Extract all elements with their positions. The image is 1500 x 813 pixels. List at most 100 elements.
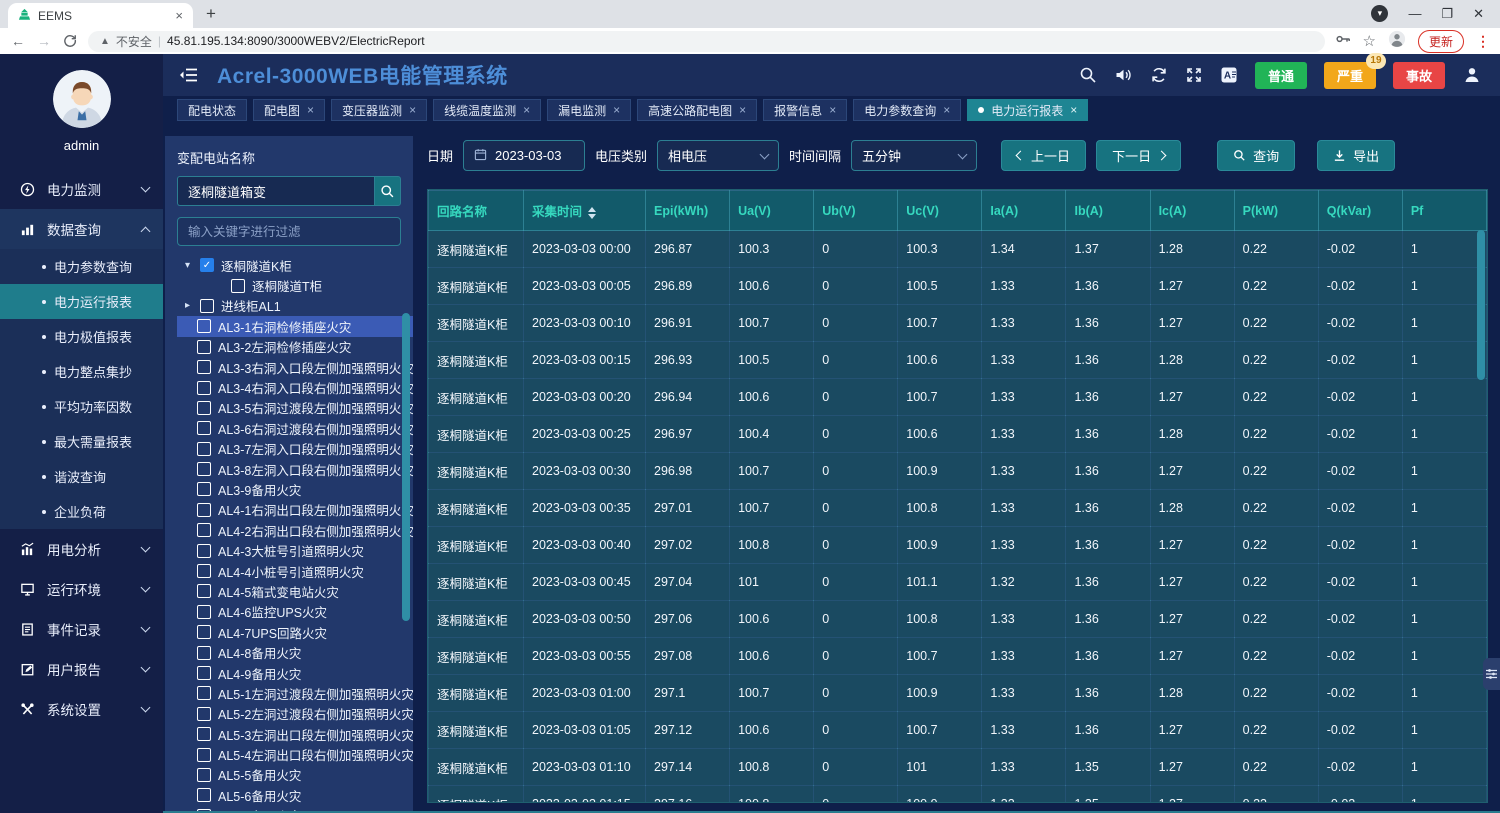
alarm-normal-button[interactable]: 普通 [1255, 62, 1307, 89]
tree-item[interactable]: AL3-4右洞入口段右侧加强照明火灾 [177, 377, 413, 397]
sidebar-subitem-最大需量报表[interactable]: 最大需量报表 [0, 424, 163, 459]
tab-close-icon[interactable]: × [307, 103, 314, 117]
user-avatar[interactable] [53, 70, 111, 128]
tree-checkbox[interactable] [197, 584, 211, 598]
tree-item[interactable]: AL5-5备用火灾 [177, 765, 413, 785]
alarm-severe-button[interactable]: 严重19 [1324, 62, 1376, 89]
sidebar-subitem-平均功率因数[interactable]: 平均功率因数 [0, 389, 163, 424]
tree-item[interactable]: AL4-8备用火灾 [177, 642, 413, 662]
tree-checkbox[interactable] [197, 401, 211, 415]
bookmark-star-icon[interactable]: ☆ [1363, 32, 1376, 50]
key-icon[interactable] [1335, 31, 1351, 52]
tree-checkbox[interactable] [197, 421, 211, 435]
menu-collapse-icon[interactable] [179, 67, 199, 83]
voltage-type-select[interactable]: 相电压 [657, 140, 779, 171]
tree-item[interactable]: AL5-3左洞出口段左侧加强照明火灾 [177, 724, 413, 744]
expand-right-icon[interactable]: ▸ [182, 300, 193, 311]
table-scrollbar[interactable] [1477, 230, 1485, 380]
tab-close-icon[interactable]: × [409, 103, 416, 117]
tree-checkbox[interactable] [197, 360, 211, 374]
browser-avatar-icon[interactable] [1388, 30, 1406, 53]
tree-checkbox[interactable] [197, 788, 211, 802]
sidebar-item-user-report[interactable]: 用户报告 [0, 649, 163, 689]
tree-item[interactable]: ▸进线柜AL1 [177, 296, 413, 316]
sidebar-item-power-monitor[interactable]: 电力监测 [0, 169, 163, 209]
table-row[interactable]: 逐桐隧道K柜2023-03-03 00:20296.94100.60100.71… [429, 379, 1487, 416]
table-row[interactable]: 逐桐隧道K柜2023-03-03 00:35297.01100.70100.81… [429, 490, 1487, 527]
tree-item[interactable]: AL4-2右洞出口段右侧加强照明火灾 [177, 520, 413, 540]
tree-item[interactable]: AL4-7UPS回路火灾 [177, 622, 413, 642]
translate-icon[interactable]: A [1220, 66, 1238, 84]
tree-checkbox[interactable] [200, 299, 214, 313]
tree-item[interactable]: AL4-6监控UPS火灾 [177, 602, 413, 622]
tab-close-icon[interactable]: × [1070, 103, 1077, 117]
tree-checkbox[interactable] [197, 544, 211, 558]
sidebar-item-usage-analysis[interactable]: 用电分析 [0, 529, 163, 569]
tree-item[interactable]: AL4-9备用火灾 [177, 663, 413, 683]
table-row[interactable]: 逐桐隧道K柜2023-03-03 00:00296.87100.30100.31… [429, 231, 1487, 268]
refresh-icon[interactable] [1150, 66, 1168, 84]
back-icon[interactable]: ← [10, 33, 26, 49]
page-tab-漏电监测[interactable]: 漏电监测× [547, 99, 631, 121]
table-row[interactable]: 逐桐隧道K柜2023-03-03 00:25296.97100.40100.61… [429, 416, 1487, 453]
tab-close-icon[interactable]: × [613, 103, 620, 117]
column-settings-handle[interactable] [1483, 658, 1500, 690]
table-row[interactable]: 逐桐隧道K柜2023-03-03 00:15296.93100.50100.61… [429, 342, 1487, 379]
tree-item[interactable]: AL3-8左洞入口段右侧加强照明火灾 [177, 459, 413, 479]
sidebar-item-environment[interactable]: 运行环境 [0, 569, 163, 609]
page-tab-配电状态[interactable]: 配电状态 [177, 99, 247, 121]
sidebar-item-system-settings[interactable]: 系统设置 [0, 689, 163, 729]
interval-select[interactable]: 五分钟 [851, 140, 977, 171]
fullscreen-icon[interactable] [1185, 66, 1203, 84]
forward-icon[interactable]: → [36, 33, 52, 49]
sidebar-item-event-log[interactable]: 事件记录 [0, 609, 163, 649]
column-header[interactable]: 采集时间 [524, 191, 646, 231]
table-row[interactable]: 逐桐隧道K柜2023-03-03 01:10297.14100.801011.3… [429, 749, 1487, 786]
tree-checkbox[interactable] [197, 605, 211, 619]
tree-checkbox[interactable] [197, 707, 211, 721]
tree-item[interactable]: AL3-2左洞检修插座火灾 [177, 337, 413, 357]
tree-item[interactable]: AL3-3右洞入口段左侧加强照明火灾 [177, 357, 413, 377]
tree-item[interactable]: AL3-7左洞入口段左侧加强照明火灾 [177, 439, 413, 459]
table-row[interactable]: 逐桐隧道K柜2023-03-03 01:05297.12100.60100.71… [429, 712, 1487, 749]
date-picker[interactable]: 2023-03-03 [463, 140, 585, 171]
tree-item[interactable]: AL4-1右洞出口段左侧加强照明火灾 [177, 500, 413, 520]
restore-button[interactable]: ❐ [1441, 6, 1453, 22]
minimize-button[interactable]: — [1408, 6, 1421, 21]
tree-checkbox[interactable] [197, 727, 211, 741]
tree-item[interactable]: AL5-2左洞过渡段右侧加强照明火灾 [177, 704, 413, 724]
station-search-button[interactable] [374, 176, 401, 206]
tree-filter-input[interactable] [177, 217, 401, 246]
tree-item[interactable]: AL5-4左洞出口段右侧加强照明火灾 [177, 744, 413, 764]
tree-checkbox[interactable] [197, 523, 211, 537]
tree-checkbox[interactable] [197, 666, 211, 680]
table-row[interactable]: 逐桐隧道K柜2023-03-03 01:00297.1100.70100.91.… [429, 675, 1487, 712]
volume-icon[interactable] [1114, 66, 1133, 84]
tree-scrollbar[interactable] [402, 313, 410, 621]
export-button[interactable]: 导出 [1317, 140, 1395, 171]
sidebar-item-data-query[interactable]: 数据查询 [0, 209, 163, 249]
tree-checkbox[interactable]: ✓ [200, 258, 214, 272]
tree-item[interactable]: AL3-1右洞检修插座火灾 [177, 316, 413, 336]
tree-checkbox[interactable] [231, 279, 245, 293]
tree-checkbox[interactable] [197, 503, 211, 517]
page-tab-报警信息[interactable]: 报警信息× [763, 99, 847, 121]
table-row[interactable]: 逐桐隧道K柜2023-03-03 01:15297.16100.80100.91… [429, 786, 1487, 804]
tree-item[interactable]: AL3-5右洞过渡段左侧加强照明火灾 [177, 398, 413, 418]
sidebar-subitem-企业负荷[interactable]: 企业负荷 [0, 494, 163, 529]
sidebar-subitem-谐波查询[interactable]: 谐波查询 [0, 459, 163, 494]
sidebar-subitem-电力参数查询[interactable]: 电力参数查询 [0, 249, 163, 284]
browser-menu-icon[interactable]: ⋮ [1476, 33, 1490, 50]
chrome-update-button[interactable]: 更新 [1418, 30, 1464, 53]
sort-icon[interactable] [588, 207, 596, 219]
tree-item[interactable]: ▾✓逐桐隧道K柜 [177, 255, 413, 275]
page-tab-线缆温度监测[interactable]: 线缆温度监测× [433, 99, 541, 121]
browser-profile-icon[interactable]: ▾ [1371, 5, 1388, 22]
page-tab-变压器监测[interactable]: 变压器监测× [331, 99, 427, 121]
table-row[interactable]: 逐桐隧道K柜2023-03-03 00:55297.08100.60100.71… [429, 638, 1487, 675]
table-row[interactable]: 逐桐隧道K柜2023-03-03 00:45297.041010101.11.3… [429, 564, 1487, 601]
tree-checkbox[interactable] [197, 686, 211, 700]
table-row[interactable]: 逐桐隧道K柜2023-03-03 00:50297.06100.60100.81… [429, 601, 1487, 638]
user-icon[interactable] [1462, 65, 1482, 85]
sidebar-subitem-电力运行报表[interactable]: 电力运行报表 [0, 284, 163, 319]
